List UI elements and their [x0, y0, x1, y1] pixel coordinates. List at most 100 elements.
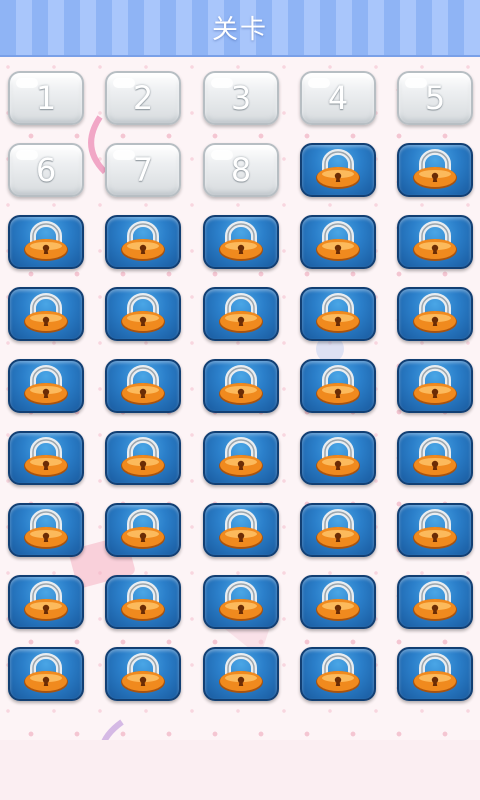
tile-gloss: [113, 78, 135, 88]
level-number: 6: [35, 151, 57, 189]
locked-level-button[interactable]: [8, 647, 84, 701]
locked-level-button[interactable]: [105, 215, 181, 269]
bottom-fade: [0, 740, 480, 800]
padlock-icon: [219, 653, 263, 693]
locked-level-button[interactable]: [8, 503, 84, 557]
padlock-icon: [413, 293, 457, 333]
padlock-icon: [219, 221, 263, 261]
padlock-icon: [24, 221, 68, 261]
padlock-icon: [219, 437, 263, 477]
level-button[interactable]: 6: [8, 143, 84, 197]
padlock-icon: [121, 581, 165, 621]
top-bar: 关卡: [0, 0, 480, 57]
locked-level-button[interactable]: [300, 431, 376, 485]
padlock-icon: [219, 293, 263, 333]
tile-gloss: [16, 150, 38, 160]
padlock-icon: [316, 581, 360, 621]
locked-level-button[interactable]: [105, 575, 181, 629]
locked-level-button[interactable]: [203, 287, 279, 341]
padlock-icon: [316, 149, 360, 189]
locked-level-button[interactable]: [397, 431, 473, 485]
level-button[interactable]: 5: [397, 71, 473, 125]
locked-level-button[interactable]: [397, 143, 473, 197]
level-button[interactable]: 3: [203, 71, 279, 125]
level-button[interactable]: 4: [300, 71, 376, 125]
padlock-icon: [316, 509, 360, 549]
page-title: 关卡: [211, 15, 268, 45]
padlock-icon: [121, 365, 165, 405]
tile-gloss: [113, 150, 135, 160]
locked-level-button[interactable]: [203, 503, 279, 557]
locked-level-button[interactable]: [105, 287, 181, 341]
level-number: 1: [35, 79, 57, 117]
padlock-icon: [121, 293, 165, 333]
level-button[interactable]: 1: [8, 71, 84, 125]
padlock-icon: [413, 149, 457, 189]
level-number: 7: [132, 151, 154, 189]
locked-level-button[interactable]: [8, 215, 84, 269]
locked-level-button[interactable]: [300, 287, 376, 341]
locked-level-button[interactable]: [203, 431, 279, 485]
locked-level-button[interactable]: [300, 143, 376, 197]
tile-gloss: [16, 78, 38, 88]
padlock-icon: [121, 221, 165, 261]
locked-level-button[interactable]: [397, 287, 473, 341]
locked-level-button[interactable]: [105, 431, 181, 485]
locked-level-button[interactable]: [105, 359, 181, 413]
padlock-icon: [219, 509, 263, 549]
padlock-icon: [24, 365, 68, 405]
locked-level-button[interactable]: [203, 359, 279, 413]
padlock-icon: [219, 365, 263, 405]
locked-level-button[interactable]: [203, 215, 279, 269]
tile-gloss: [211, 150, 233, 160]
tile-gloss: [211, 78, 233, 88]
locked-level-button[interactable]: [105, 647, 181, 701]
padlock-icon: [413, 653, 457, 693]
padlock-icon: [413, 365, 457, 405]
padlock-icon: [316, 653, 360, 693]
padlock-icon: [24, 653, 68, 693]
level-button[interactable]: 2: [105, 71, 181, 125]
padlock-icon: [24, 293, 68, 333]
locked-level-button[interactable]: [8, 431, 84, 485]
locked-level-button[interactable]: [300, 647, 376, 701]
level-number: 3: [230, 79, 252, 117]
locked-level-button[interactable]: [203, 647, 279, 701]
padlock-icon: [413, 437, 457, 477]
locked-level-button[interactable]: [397, 503, 473, 557]
locked-level-button[interactable]: [300, 359, 376, 413]
padlock-icon: [24, 437, 68, 477]
locked-level-button[interactable]: [397, 359, 473, 413]
level-button[interactable]: 8: [203, 143, 279, 197]
level-number: 4: [327, 79, 349, 117]
padlock-icon: [316, 437, 360, 477]
locked-level-button[interactable]: [203, 575, 279, 629]
tile-gloss: [308, 78, 330, 88]
level-button[interactable]: 7: [105, 143, 181, 197]
padlock-icon: [121, 509, 165, 549]
padlock-icon: [316, 365, 360, 405]
locked-level-button[interactable]: [8, 287, 84, 341]
locked-level-button[interactable]: [300, 215, 376, 269]
locked-level-button[interactable]: [105, 503, 181, 557]
locked-level-button[interactable]: [397, 215, 473, 269]
locked-level-button[interactable]: [8, 359, 84, 413]
padlock-icon: [219, 581, 263, 621]
padlock-icon: [316, 293, 360, 333]
padlock-icon: [413, 221, 457, 261]
level-number: 2: [132, 79, 154, 117]
locked-level-button[interactable]: [300, 503, 376, 557]
level-number: 5: [424, 79, 446, 117]
locked-level-button[interactable]: [397, 647, 473, 701]
padlock-icon: [413, 581, 457, 621]
padlock-icon: [24, 581, 68, 621]
padlock-icon: [316, 221, 360, 261]
padlock-icon: [24, 509, 68, 549]
locked-level-button[interactable]: [397, 575, 473, 629]
padlock-icon: [413, 509, 457, 549]
tile-gloss: [405, 78, 427, 88]
padlock-icon: [121, 437, 165, 477]
locked-level-button[interactable]: [300, 575, 376, 629]
locked-level-button[interactable]: [8, 575, 84, 629]
level-number: 8: [230, 151, 252, 189]
